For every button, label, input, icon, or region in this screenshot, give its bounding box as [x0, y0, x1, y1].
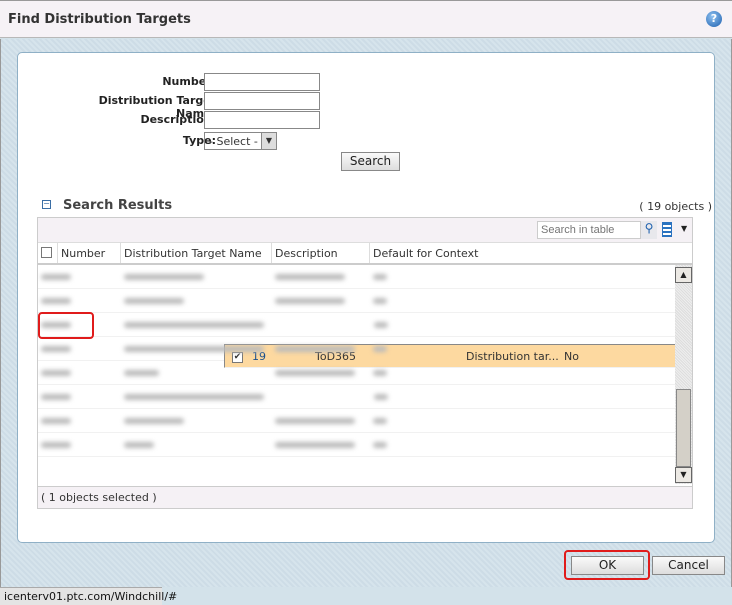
type-select[interactable]: - Select - ▼: [204, 132, 277, 150]
number-input[interactable]: [204, 73, 320, 91]
chevron-down-icon[interactable]: ▼: [261, 133, 276, 149]
results-count: ( 19 objects ): [639, 200, 712, 213]
ok-highlight: [564, 550, 650, 580]
description-label: Description:: [140, 113, 216, 126]
cancel-button[interactable]: Cancel: [652, 556, 725, 575]
table-row[interactable]: [38, 433, 676, 457]
table-toolbar: ⚲ ▼: [38, 218, 692, 243]
table-row[interactable]: [38, 289, 676, 313]
search-icon[interactable]: ⚲: [641, 221, 657, 239]
dialog-titlebar: Find Distribution Targets ?: [0, 0, 732, 38]
table-body: ✔ 19 ToD365 Distribution tar... No ▲ ▼: [38, 265, 692, 484]
scroll-down-icon[interactable]: ▼: [675, 467, 692, 483]
vertical-scrollbar[interactable]: ▲ ▼: [675, 265, 692, 484]
description-input[interactable]: [204, 111, 320, 129]
row-default: No: [564, 349, 579, 363]
name-input[interactable]: [204, 92, 320, 110]
select-all-checkbox[interactable]: [41, 247, 52, 258]
results-table: ⚲ ▼ Number Distribution Target Name Desc…: [37, 217, 693, 507]
row-description: Distribution tar...: [466, 349, 559, 363]
status-bar: icenterv01.ptc.com/Windchill/#: [0, 587, 177, 605]
table-row[interactable]: [38, 409, 676, 433]
type-selected: - Select -: [209, 135, 258, 148]
type-label: Type:: [182, 134, 216, 147]
selection-count: ( 1 objects selected ): [37, 486, 693, 509]
column-view-icon[interactable]: [662, 222, 672, 237]
column-default-for-context[interactable]: Default for Context: [370, 243, 676, 263]
table-row[interactable]: [38, 265, 676, 289]
dialog-title: Find Distribution Targets: [8, 12, 191, 27]
collapse-icon[interactable]: −: [42, 200, 51, 209]
row-highlight: [38, 312, 94, 339]
number-label: Number:: [162, 75, 216, 88]
scrollbar-thumb[interactable]: [676, 389, 691, 467]
table-search-input[interactable]: [537, 221, 641, 239]
search-button[interactable]: Search: [341, 152, 400, 171]
scroll-up-icon[interactable]: ▲: [675, 267, 692, 283]
row-checkbox-checked[interactable]: ✔: [232, 352, 243, 363]
table-header: Number Distribution Target Name Descript…: [38, 243, 692, 265]
column-number[interactable]: Number: [58, 243, 121, 263]
table-row[interactable]: [38, 313, 676, 337]
table-row[interactable]: [38, 385, 676, 409]
dialog-body: Number: Distribution Target Name: Descri…: [0, 39, 732, 587]
help-icon[interactable]: ?: [706, 11, 722, 27]
chevron-down-icon[interactable]: ▼: [681, 224, 687, 233]
column-description[interactable]: Description: [272, 243, 370, 263]
column-name[interactable]: Distribution Target Name: [121, 243, 272, 263]
search-results-title: Search Results: [63, 198, 173, 213]
